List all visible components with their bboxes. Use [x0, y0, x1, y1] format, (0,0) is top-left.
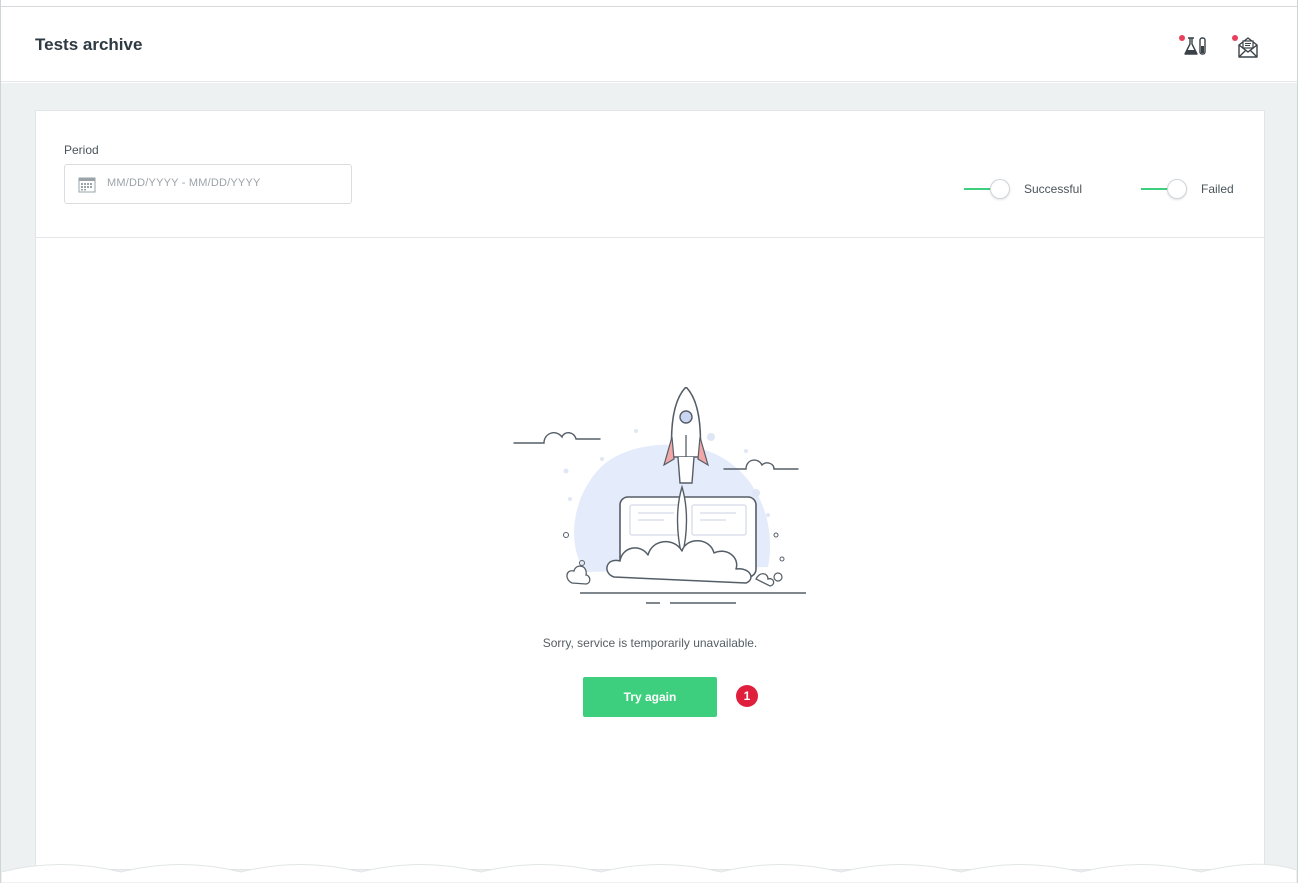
- calendar-icon: [78, 176, 96, 193]
- failed-toggle-label: Failed: [1201, 182, 1234, 196]
- rocket-launch-illustration: [506, 385, 806, 609]
- notification-dot: [1179, 35, 1185, 41]
- filter-bar: Period MM/DD/YYYY - MM/DD/YYYY Successfu…: [36, 111, 1264, 238]
- notification-dot: [1232, 35, 1238, 41]
- scalloped-edge-decoration: [1, 863, 1297, 883]
- period-label: Period: [64, 143, 99, 157]
- page-title: Tests archive: [35, 35, 143, 54]
- toggle-knob[interactable]: [1167, 179, 1187, 199]
- mail-icon[interactable]: [1232, 33, 1262, 61]
- tests-flask-icon[interactable]: [1179, 33, 1209, 61]
- toggle-knob[interactable]: [990, 179, 1010, 199]
- date-range-placeholder: MM/DD/YYYY - MM/DD/YYYY: [107, 177, 261, 189]
- archive-card: Period MM/DD/YYYY - MM/DD/YYYY Successfu…: [35, 110, 1265, 870]
- step-badge: 1: [736, 685, 758, 707]
- try-again-button[interactable]: Try again: [583, 677, 717, 717]
- successful-toggle-label: Successful: [1024, 182, 1083, 196]
- error-message: Sorry, service is temporarily unavailabl…: [542, 636, 758, 650]
- top-bar: Tests archive: [1, 6, 1297, 82]
- date-range-input[interactable]: MM/DD/YYYY - MM/DD/YYYY: [64, 164, 352, 204]
